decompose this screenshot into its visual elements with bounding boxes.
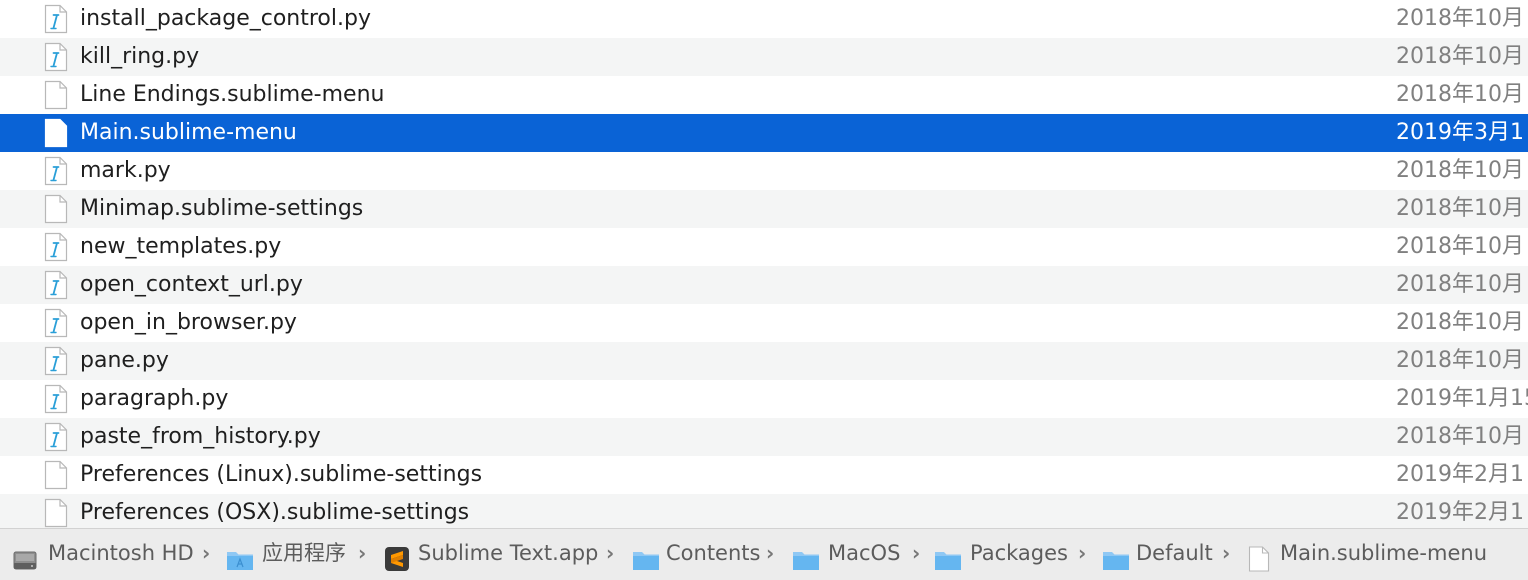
python-file-icon bbox=[44, 232, 68, 262]
document-icon bbox=[44, 118, 68, 148]
file-name: Minimap.sublime-settings bbox=[80, 196, 364, 221]
file-name: kill_ring.py bbox=[80, 44, 200, 69]
file-date: 2018年10月 bbox=[1396, 82, 1524, 107]
breadcrumb-label: MacOS bbox=[828, 541, 901, 565]
breadcrumb-separator: › bbox=[358, 541, 367, 565]
breadcrumb-separator: › bbox=[202, 541, 211, 565]
file-list: install_package_control.py 2018年10月 kill_r… bbox=[0, 0, 1528, 528]
breadcrumb-separator: › bbox=[912, 541, 921, 565]
path-bar: Macintosh HD › 应用程序 › Sublime Text.app › Conte… bbox=[0, 528, 1528, 580]
file-row[interactable]: pane.py 2018年10月 bbox=[0, 342, 1528, 380]
breadcrumb-label: Macintosh HD bbox=[48, 541, 194, 565]
file-date: 2018年10月 bbox=[1396, 234, 1524, 259]
python-file-icon bbox=[44, 270, 68, 300]
file-row[interactable]: Main.sublime-menu 2019年3月1 bbox=[0, 114, 1528, 152]
file-date: 2019年1月15 bbox=[1396, 386, 1528, 411]
file-row[interactable]: kill_ring.py 2018年10月 bbox=[0, 38, 1528, 76]
file-name: Preferences (OSX).sublime-settings bbox=[80, 500, 470, 525]
file-name: Main.sublime-menu bbox=[80, 120, 297, 145]
file-date: 2018年10月 bbox=[1396, 272, 1524, 297]
file-date: 2019年3月1 bbox=[1396, 120, 1524, 145]
breadcrumb-label: 应用程序 bbox=[262, 541, 346, 565]
file-row[interactable]: open_in_browser.py 2018年10月 bbox=[0, 304, 1528, 342]
file-date: 2019年2月1 bbox=[1396, 462, 1524, 487]
document-icon bbox=[44, 80, 68, 110]
file-date: 2018年10月 bbox=[1396, 424, 1524, 449]
file-row[interactable]: open_context_url.py 2018年10月 bbox=[0, 266, 1528, 304]
folder-icon bbox=[934, 541, 962, 580]
breadcrumb-separator: › bbox=[1222, 541, 1231, 565]
python-file-icon bbox=[44, 308, 68, 338]
file-date: 2018年10月 bbox=[1396, 158, 1524, 183]
python-file-icon bbox=[44, 422, 68, 452]
folder-icon bbox=[792, 541, 820, 580]
document-icon bbox=[1248, 541, 1270, 580]
breadcrumb-separator: › bbox=[1078, 541, 1087, 565]
file-date: 2018年10月 bbox=[1396, 310, 1524, 335]
sublime-app-icon bbox=[384, 541, 410, 580]
python-file-icon bbox=[44, 4, 68, 34]
hard-drive-icon bbox=[12, 541, 38, 580]
folder-icon bbox=[632, 541, 660, 580]
file-row[interactable]: Preferences (Linux).sublime-settings 2019… bbox=[0, 456, 1528, 494]
breadcrumb-item[interactable]: Macintosh HD bbox=[12, 529, 212, 579]
applications-folder-icon bbox=[226, 541, 254, 580]
file-row[interactable]: new_templates.py 2018年10月 bbox=[0, 228, 1528, 266]
file-date: 2018年10月 bbox=[1396, 44, 1524, 69]
file-row[interactable]: Preferences (OSX).sublime-settings 2019年2… bbox=[0, 494, 1528, 528]
file-date: 2019年2月1 bbox=[1396, 500, 1524, 525]
folder-icon bbox=[1102, 541, 1130, 580]
breadcrumb-label: Default bbox=[1136, 541, 1213, 565]
file-name: open_context_url.py bbox=[80, 272, 303, 297]
file-row[interactable]: mark.py 2018年10月 bbox=[0, 152, 1528, 190]
file-name: Preferences (Linux).sublime-settings bbox=[80, 462, 483, 487]
file-row[interactable]: install_package_control.py 2018年10月 bbox=[0, 0, 1528, 38]
breadcrumb-label: Sublime Text.app bbox=[418, 541, 599, 565]
file-name: install_package_control.py bbox=[80, 6, 371, 31]
breadcrumb-item[interactable]: Sublime Text.app bbox=[384, 529, 598, 580]
breadcrumb-separator: › bbox=[766, 541, 775, 565]
breadcrumb-separator: › bbox=[606, 541, 615, 565]
file-name: mark.py bbox=[80, 158, 171, 183]
breadcrumb-label: Contents bbox=[666, 541, 761, 565]
file-row[interactable]: Line Endings.sublime-menu 2018年10月 bbox=[0, 76, 1528, 114]
document-icon bbox=[44, 498, 68, 528]
python-file-icon bbox=[44, 42, 68, 72]
file-name: pane.py bbox=[80, 348, 169, 373]
file-date: 2018年10月 bbox=[1396, 6, 1524, 31]
document-icon bbox=[44, 194, 68, 224]
file-name: paragraph.py bbox=[80, 386, 229, 411]
file-date: 2018年10月 bbox=[1396, 348, 1524, 373]
file-name: Line Endings.sublime-menu bbox=[80, 82, 385, 107]
file-row[interactable]: Minimap.sublime-settings 2018年10月 bbox=[0, 190, 1528, 228]
breadcrumb-label: Main.sublime-menu bbox=[1280, 541, 1488, 565]
file-name: paste_from_history.py bbox=[80, 424, 321, 449]
python-file-icon bbox=[44, 384, 68, 414]
python-file-icon bbox=[44, 156, 68, 186]
file-name: open_in_browser.py bbox=[80, 310, 297, 335]
python-file-icon bbox=[44, 346, 68, 376]
document-icon bbox=[44, 460, 68, 490]
file-date: 2018年10月 bbox=[1396, 196, 1524, 221]
file-row[interactable]: paragraph.py 2019年1月15 bbox=[0, 380, 1528, 418]
file-row[interactable]: paste_from_history.py 2018年10月 bbox=[0, 418, 1528, 456]
breadcrumb-item[interactable]: Main.sublime-menu bbox=[1248, 529, 1518, 579]
file-name: new_templates.py bbox=[80, 234, 282, 259]
breadcrumb-label: Packages bbox=[970, 541, 1068, 565]
